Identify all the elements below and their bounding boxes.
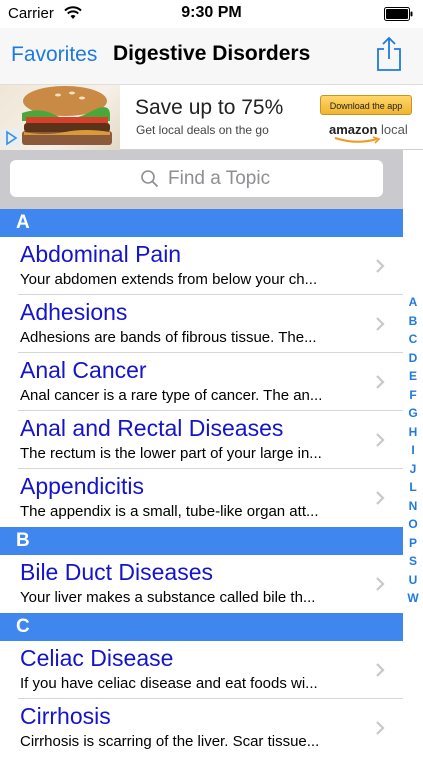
- chevron-right-icon: [376, 433, 385, 447]
- index-letter-u[interactable]: U: [403, 571, 423, 590]
- index-letter-e[interactable]: E: [403, 367, 423, 386]
- topic-description: Your liver makes a substance called bile…: [20, 589, 316, 606]
- ad-brand-logo: amazon local: [329, 122, 408, 137]
- index-letter-b[interactable]: B: [403, 312, 423, 331]
- list-item[interactable]: Adhesions Adhesions are bands of fibrous …: [18, 295, 403, 353]
- index-letter-o[interactable]: O: [403, 515, 423, 534]
- topic-title: Adhesions: [20, 299, 128, 325]
- chevron-right-icon: [376, 259, 385, 273]
- battery-icon: [384, 7, 413, 21]
- index-letter-s[interactable]: S: [403, 552, 423, 571]
- ad-choices-icon[interactable]: [2, 129, 20, 147]
- topic-description: Cirrhosis is scarring of the liver. Scar…: [20, 733, 320, 750]
- topic-description: Anal cancer is a rare type of cancer. Th…: [20, 387, 323, 404]
- index-letter-d[interactable]: D: [403, 349, 423, 368]
- ad-headline: Save up to 75%: [135, 96, 284, 119]
- topic-title: Celiac Disease: [20, 645, 174, 671]
- ad-brand-suffix: local: [381, 122, 408, 137]
- index-letter-h[interactable]: H: [403, 423, 423, 442]
- chevron-right-icon: [376, 317, 385, 331]
- share-icon[interactable]: [375, 36, 403, 72]
- search-icon: [141, 170, 159, 188]
- topic-description: The rectum is the lower part of your lar…: [20, 445, 322, 462]
- chevron-right-icon: [376, 721, 385, 735]
- index-letter-l[interactable]: L: [403, 478, 423, 497]
- section-index[interactable]: ABCDEFGHIJLNOPSUW: [403, 209, 423, 608]
- index-letter-f[interactable]: F: [403, 386, 423, 405]
- topic-title: Bile Duct Diseases: [20, 559, 214, 585]
- ad-burger-image: [0, 85, 120, 150]
- section-header-a: A: [0, 209, 403, 237]
- list-item[interactable]: Abdominal Pain Your abdomen extends from …: [18, 237, 403, 295]
- topic-list: A Abdominal Pain Your abdomen extends from…: [0, 209, 403, 757]
- chevron-right-icon: [376, 577, 385, 591]
- navigation-bar: Favorites Digestive Disorders: [0, 28, 423, 84]
- index-letter-a[interactable]: A: [403, 293, 423, 312]
- index-letter-n[interactable]: N: [403, 497, 423, 516]
- topic-title: Appendicitis: [20, 473, 145, 499]
- ad-subline: Get local deals on the go: [136, 123, 269, 137]
- list-item[interactable]: Celiac Disease If you have celiac disease…: [18, 641, 403, 699]
- status-time: 9:30 PM: [181, 4, 242, 21]
- list-item[interactable]: Anal Cancer Anal cancer is a rare type of…: [18, 353, 403, 411]
- section-header-b: B: [0, 527, 403, 555]
- search-input[interactable]: Find a Topic: [10, 160, 383, 197]
- list-item[interactable]: Cirrhosis Cirrhosis is scarring of the li…: [18, 699, 403, 757]
- topic-title: Anal Cancer: [20, 357, 147, 383]
- ad-download-button[interactable]: Download the app: [320, 95, 412, 115]
- topic-description: Adhesions are bands of fibrous tissue. T…: [20, 329, 317, 346]
- chevron-right-icon: [376, 663, 385, 677]
- status-bar: Carrier 9:30 PM: [0, 0, 423, 28]
- amazon-smile-icon: [334, 136, 381, 144]
- back-button-favorites[interactable]: Favorites: [11, 43, 97, 67]
- section-header-c: C: [0, 613, 403, 641]
- topic-description: The appendix is a small, tube-like organ…: [20, 503, 319, 520]
- search-placeholder: Find a Topic: [168, 168, 271, 189]
- list-item[interactable]: Anal and Rectal Diseases The rectum is th…: [18, 411, 403, 469]
- index-letter-g[interactable]: G: [403, 404, 423, 423]
- index-letter-j[interactable]: J: [403, 460, 423, 479]
- index-letter-w[interactable]: W: [403, 589, 423, 608]
- list-item[interactable]: Bile Duct Diseases Your liver makes a sub…: [18, 555, 403, 613]
- topic-description: If you have celiac disease and eat foods…: [20, 675, 318, 692]
- page-title: Digestive Disorders: [113, 42, 311, 65]
- chevron-right-icon: [376, 491, 385, 505]
- search-bar: Find a Topic: [0, 150, 403, 209]
- topic-title: Cirrhosis: [20, 703, 111, 729]
- topic-description: Your abdomen extends from below your ch.…: [20, 271, 318, 288]
- ad-banner[interactable]: Save up to 75% Get local deals on the go…: [0, 84, 423, 150]
- index-letter-i[interactable]: I: [403, 441, 423, 460]
- index-letter-c[interactable]: C: [403, 330, 423, 349]
- topic-title: Abdominal Pain: [20, 241, 182, 267]
- index-letter-p[interactable]: P: [403, 534, 423, 553]
- topic-title: Anal and Rectal Diseases: [20, 415, 284, 441]
- list-item[interactable]: Appendicitis The appendix is a small, tub…: [18, 469, 403, 527]
- chevron-right-icon: [376, 375, 385, 389]
- ad-brand-name: amazon: [329, 122, 378, 137]
